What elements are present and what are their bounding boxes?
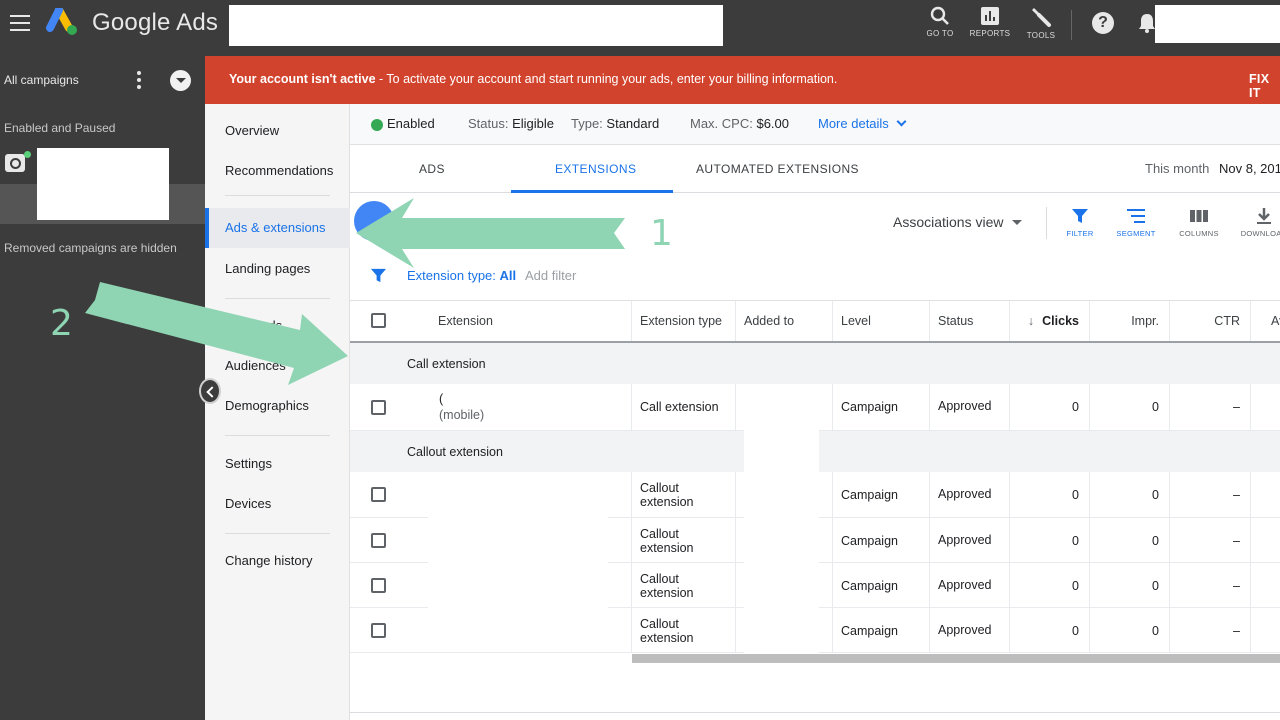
tutorial-arrow-1 [356,198,625,268]
tutorial-step-2-label: 2 [50,303,73,344]
tutorial-arrow-2 [85,282,348,385]
tutorial-step-1-label: 1 [650,213,673,254]
tutorial-arrows-overlay [85,198,625,385]
